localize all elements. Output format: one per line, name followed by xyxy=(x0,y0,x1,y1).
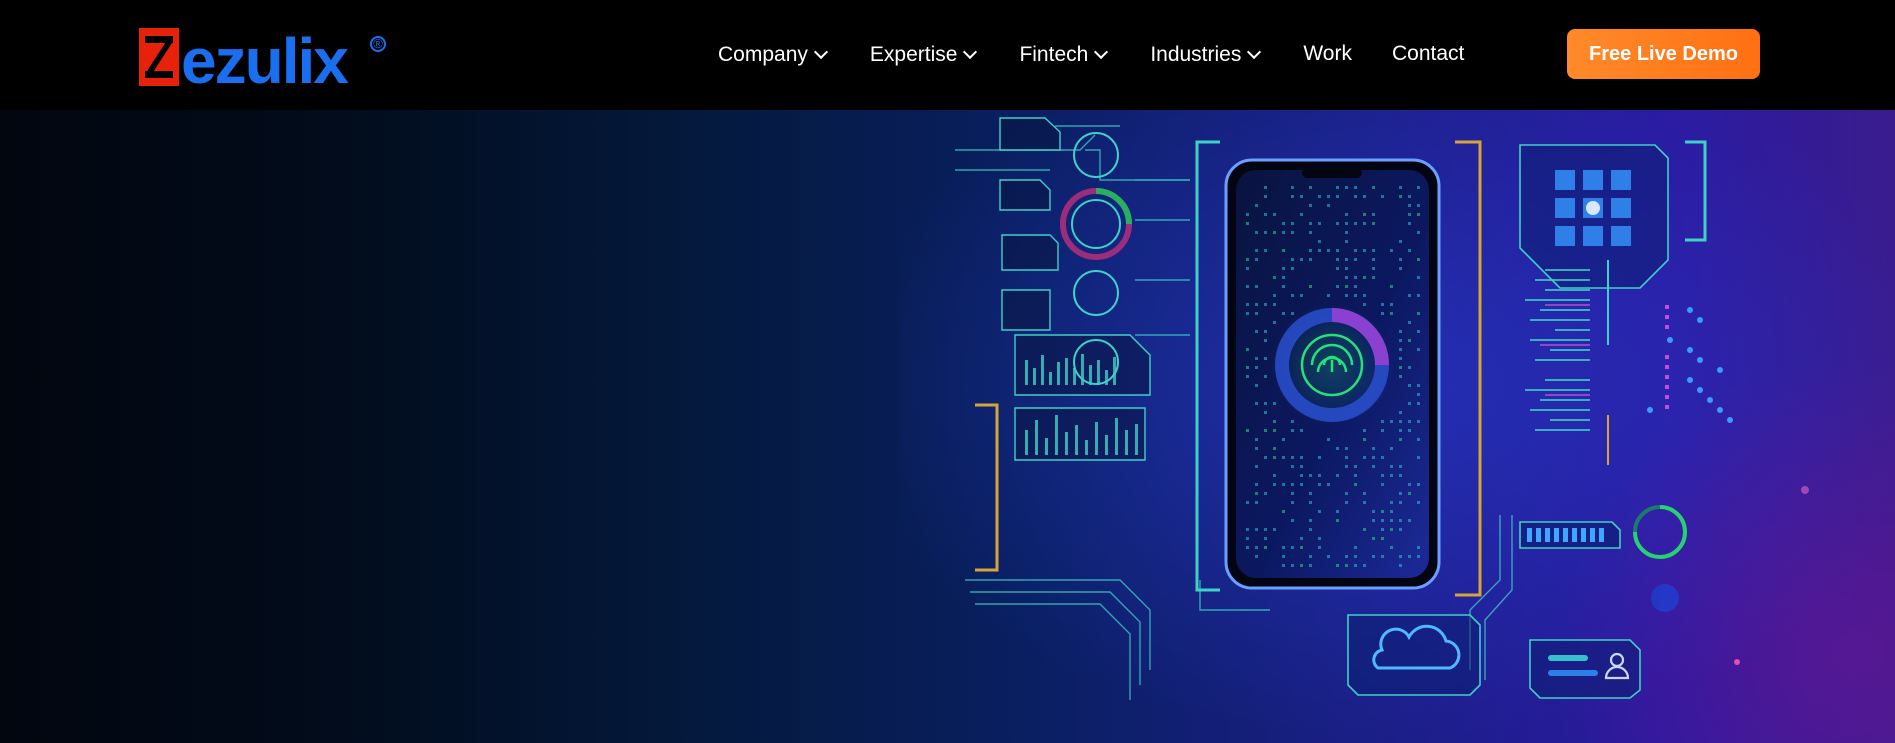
nav-item-label: Fintech xyxy=(1019,43,1089,66)
logo-z-mark xyxy=(139,28,179,86)
top-navbar: ezulix ® Company Expertise Fintech Indus… xyxy=(0,0,1895,110)
nav-item-label: Company xyxy=(718,43,808,66)
nav-item-company[interactable]: Company xyxy=(718,43,828,67)
chevron-down-icon xyxy=(813,44,828,60)
logo-wordmark: ezulix xyxy=(181,25,349,97)
nav-item-contact[interactable]: Contact xyxy=(1392,42,1464,66)
nav-item-work[interactable]: Work xyxy=(1303,42,1352,66)
chevron-down-icon xyxy=(1247,44,1262,60)
nav-item-label: Work xyxy=(1303,41,1352,65)
nav-item-label: Contact xyxy=(1391,41,1465,65)
registered-mark: ® xyxy=(370,36,386,52)
page: ezulix ® Company Expertise Fintech Indus… xyxy=(0,0,1895,743)
hero-banner xyxy=(0,110,1895,743)
nav-item-industries[interactable]: Industries xyxy=(1150,43,1262,67)
nav-item-label: Expertise xyxy=(869,43,958,66)
nav-item-fintech[interactable]: Fintech xyxy=(1019,43,1109,67)
free-live-demo-button[interactable]: Free Live Demo xyxy=(1567,29,1760,79)
chevron-down-icon xyxy=(1094,44,1109,60)
phone-circuit-fintech-illustration xyxy=(955,117,1809,700)
chevron-down-icon xyxy=(963,44,978,60)
nav-item-expertise[interactable]: Expertise xyxy=(869,43,978,67)
nav-item-label: Industries xyxy=(1150,43,1242,66)
main-nav: Company Expertise Fintech Industries Wor… xyxy=(718,38,1508,72)
ezulix-logo[interactable]: ezulix xyxy=(139,24,349,97)
